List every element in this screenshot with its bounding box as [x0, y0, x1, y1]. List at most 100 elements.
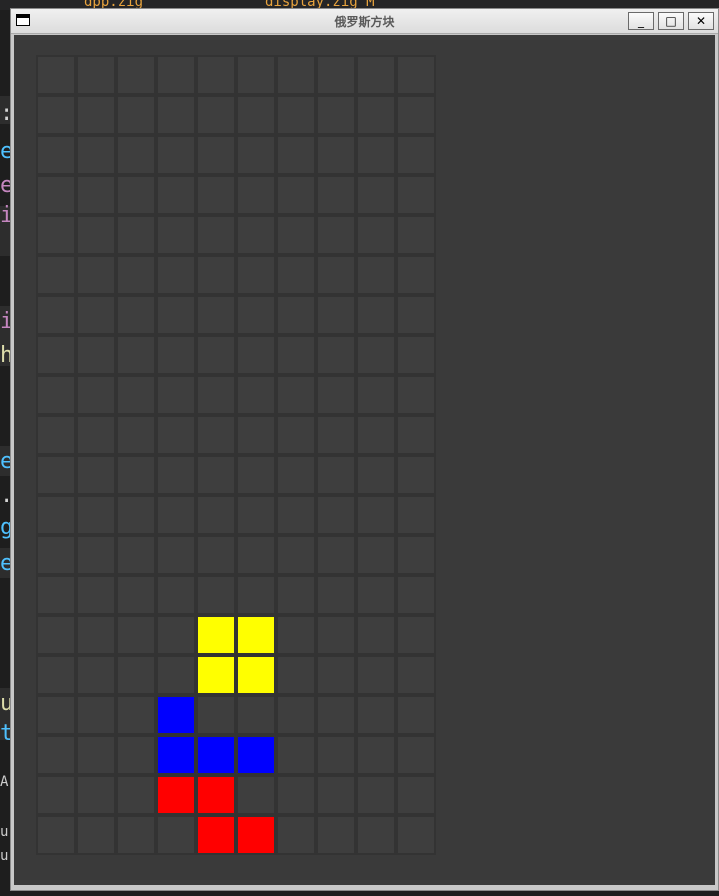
board-cell-empty [398, 697, 434, 733]
board-cell-empty [358, 817, 394, 853]
board-cell-empty [278, 257, 314, 293]
board-cell-empty [278, 617, 314, 653]
board-cell-empty [118, 577, 154, 613]
board-cell-empty [158, 417, 194, 453]
board-cell-empty [318, 657, 354, 693]
board-cell-empty [158, 377, 194, 413]
board-cell-empty [398, 817, 434, 853]
board-cell-empty [398, 617, 434, 653]
board-cell-empty [238, 297, 274, 333]
board-cell-empty [318, 377, 354, 413]
board-cell-empty [38, 457, 74, 493]
tetromino-block-blue [158, 737, 194, 773]
board-cell-empty [118, 817, 154, 853]
board-cell-empty [318, 177, 354, 213]
board-cell-empty [78, 257, 114, 293]
board-cell-empty [118, 737, 154, 773]
board-cell-empty [158, 617, 194, 653]
board-cell-empty [238, 537, 274, 573]
board-cell-empty [278, 57, 314, 93]
maximize-button[interactable]: □ [658, 12, 684, 30]
board-cell-empty [358, 617, 394, 653]
board-cell-empty [398, 537, 434, 573]
board-cell-empty [118, 217, 154, 253]
board-cell-empty [78, 457, 114, 493]
board-cell-empty [38, 777, 74, 813]
board-cell-empty [158, 217, 194, 253]
board-cell-empty [358, 337, 394, 373]
board-cell-empty [278, 737, 314, 773]
board-cell-empty [278, 417, 314, 453]
board-cell-empty [318, 337, 354, 373]
board-cell-empty [358, 97, 394, 133]
board-cell-empty [38, 657, 74, 693]
board-cell-empty [78, 137, 114, 173]
board-cell-empty [278, 177, 314, 213]
board-cell-empty [398, 297, 434, 333]
board-cell-empty [38, 377, 74, 413]
board-cell-empty [358, 177, 394, 213]
board-cell-empty [238, 97, 274, 133]
board-cell-empty [38, 697, 74, 733]
board-cell-empty [358, 137, 394, 173]
board-cell-empty [118, 617, 154, 653]
board-cell-empty [118, 777, 154, 813]
board-cell-empty [318, 777, 354, 813]
tetromino-block-red [198, 777, 234, 813]
board-cell-empty [158, 497, 194, 533]
tetromino-block-red [238, 817, 274, 853]
minimize-button[interactable]: _ [628, 12, 654, 30]
board-cell-empty [198, 297, 234, 333]
board-cell-empty [238, 377, 274, 413]
board-cell-empty [238, 777, 274, 813]
board-cell-empty [158, 817, 194, 853]
tetris-board[interactable] [36, 55, 436, 855]
board-cell-empty [278, 657, 314, 693]
board-cell-empty [78, 737, 114, 773]
board-cell-empty [278, 457, 314, 493]
title-bar[interactable]: 俄罗斯方块 _ □ ✕ [11, 9, 718, 34]
board-cell-empty [158, 297, 194, 333]
board-cell-empty [158, 177, 194, 213]
board-cell-empty [38, 537, 74, 573]
board-cell-empty [78, 97, 114, 133]
board-cell-empty [238, 497, 274, 533]
board-cell-empty [358, 417, 394, 453]
tetromino-block-blue [238, 737, 274, 773]
board-cell-empty [358, 737, 394, 773]
board-cell-empty [318, 417, 354, 453]
board-cell-empty [198, 337, 234, 373]
board-cell-empty [198, 57, 234, 93]
game-area[interactable] [14, 35, 715, 885]
board-cell-empty [78, 817, 114, 853]
board-cell-empty [358, 537, 394, 573]
board-cell-empty [398, 457, 434, 493]
board-cell-empty [118, 57, 154, 93]
board-cell-empty [238, 337, 274, 373]
board-cell-empty [158, 657, 194, 693]
board-cell-empty [318, 537, 354, 573]
board-cell-empty [398, 97, 434, 133]
board-cell-empty [398, 417, 434, 453]
board-cell-empty [358, 697, 394, 733]
board-cell-empty [198, 537, 234, 573]
board-cell-empty [158, 257, 194, 293]
board-cell-empty [78, 417, 114, 453]
board-cell-empty [78, 57, 114, 93]
board-cell-empty [278, 297, 314, 333]
board-cell-empty [118, 257, 154, 293]
board-cell-empty [118, 537, 154, 573]
board-cell-empty [78, 657, 114, 693]
board-cell-empty [118, 177, 154, 213]
close-button[interactable]: ✕ [688, 12, 714, 30]
board-cell-empty [198, 457, 234, 493]
board-cell-empty [318, 97, 354, 133]
board-cell-empty [78, 177, 114, 213]
board-cell-empty [278, 97, 314, 133]
tetromino-block-red [158, 777, 194, 813]
board-cell-empty [398, 177, 434, 213]
board-cell-empty [318, 217, 354, 253]
board-cell-empty [78, 337, 114, 373]
tetromino-block-red [198, 817, 234, 853]
board-cell-empty [198, 97, 234, 133]
